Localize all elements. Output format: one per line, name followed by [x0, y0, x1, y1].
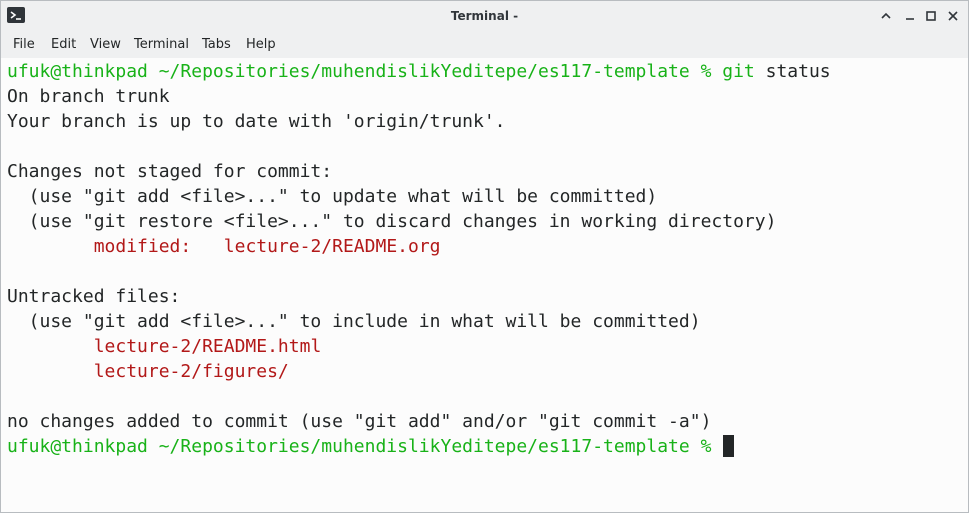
maximize-icon[interactable] — [924, 9, 938, 23]
terminal-window: Terminal - File Edit View Terminal Tabs … — [0, 0, 969, 513]
untracked-file: lecture-2/README.html — [93, 336, 322, 357]
output-hint-add-include: (use "git add <file>..." to include in w… — [7, 311, 701, 332]
minimize-icon[interactable] — [903, 9, 917, 23]
modified-label: modified: — [93, 236, 192, 257]
menu-terminal[interactable]: Terminal — [134, 36, 189, 53]
title-bar[interactable]: Terminal - — [1, 1, 968, 31]
output-hint-restore: (use "git restore <file>..." to discard … — [7, 211, 777, 232]
text-cursor — [723, 435, 735, 457]
menu-edit[interactable]: Edit — [51, 36, 76, 53]
modified-file: lecture-2/README.org — [223, 236, 441, 257]
menu-bar: File Edit View Terminal Tabs Help — [1, 31, 968, 58]
output-branch: On branch trunk — [7, 86, 170, 107]
output-summary: no changes added to commit (use "git add… — [7, 411, 712, 432]
terminal-output[interactable]: ufuk@thinkpad ~/Repositories/muhendislik… — [1, 58, 968, 512]
menu-tabs[interactable]: Tabs — [202, 36, 231, 53]
output-modified-entry: modified: lecture-2/README.org — [7, 234, 441, 259]
output-changes-header: Changes not staged for commit: — [7, 161, 333, 182]
output-uptodate: Your branch is up to date with 'origin/t… — [7, 111, 506, 132]
shell-prompt: ufuk@thinkpad ~/Repositories/muhendislik… — [7, 436, 712, 457]
command-name: git — [722, 61, 755, 82]
window-title: Terminal - — [450, 9, 519, 23]
menu-help[interactable]: Help — [246, 36, 276, 53]
menu-file[interactable]: File — [13, 36, 35, 53]
output-untracked-header: Untracked files: — [7, 286, 181, 307]
active-prompt-line[interactable]: ufuk@thinkpad ~/Repositories/muhendislik… — [7, 434, 735, 459]
chevron-up-icon[interactable] — [879, 9, 893, 23]
output-untracked-entry: lecture-2/figures/ — [7, 359, 289, 384]
command-line: ufuk@thinkpad ~/Repositories/muhendislik… — [7, 59, 831, 84]
close-icon[interactable] — [946, 9, 960, 23]
command-args: status — [765, 61, 831, 82]
output-untracked-entry: lecture-2/README.html — [7, 334, 322, 359]
menu-view[interactable]: View — [90, 36, 121, 53]
shell-prompt: ufuk@thinkpad ~/Repositories/muhendislik… — [7, 61, 712, 82]
untracked-file: lecture-2/figures/ — [93, 361, 289, 382]
output-hint-add-update: (use "git add <file>..." to update what … — [7, 186, 658, 207]
